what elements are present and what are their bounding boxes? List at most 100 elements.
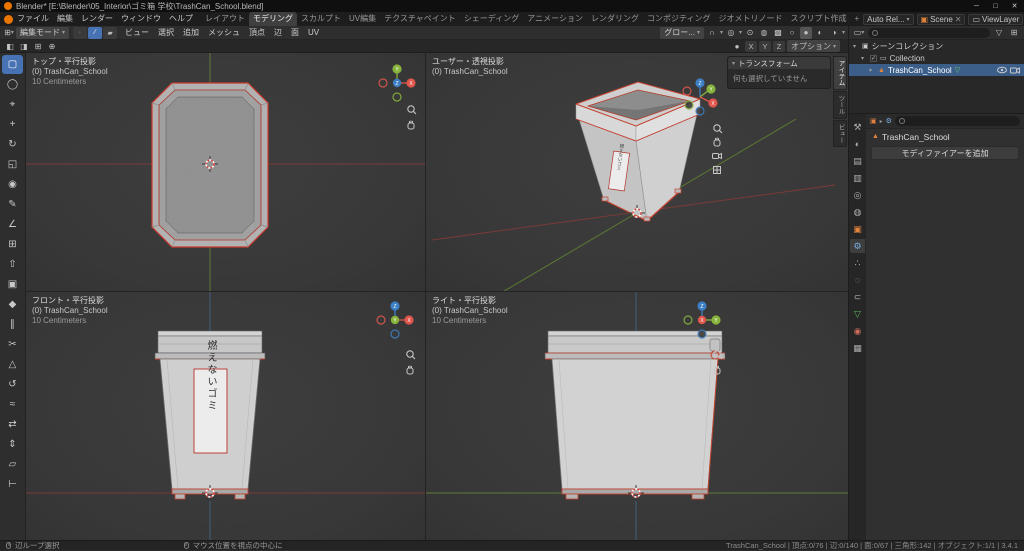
tab-layout[interactable]: レイアウト <box>201 12 249 26</box>
tab-compositing[interactable]: コンポジティング <box>643 12 715 26</box>
expand-icon[interactable]: ▾ <box>869 67 875 74</box>
tab-view-layer[interactable]: ▥ <box>850 171 865 185</box>
mode-dropdown[interactable]: 編集モード ▾ <box>16 26 70 39</box>
outliner-row-object[interactable]: ▾ ▲ TrashCan_School ▽ <box>849 64 1024 76</box>
auto-save-dropdown[interactable]: Auto Rel... ▾ <box>863 13 914 25</box>
outliner-editor-dropdown[interactable]: ▭ ▾ <box>853 27 865 39</box>
add-modifier-button[interactable]: モディファイアーを追加 <box>871 146 1019 160</box>
snap-magnet-icon[interactable]: ∩ <box>706 27 718 39</box>
tool-rotate[interactable]: ↻ <box>2 135 23 154</box>
menu-file[interactable]: ファイル <box>13 12 53 26</box>
expand-icon[interactable]: ▾ <box>861 55 867 62</box>
tab-scripting[interactable]: スクリプト作成 <box>786 12 850 26</box>
snap-dropdown[interactable]: ▾ <box>720 29 723 36</box>
xray-toggle-icon[interactable]: ▩ <box>772 27 784 39</box>
tab-object-data[interactable]: ▽ <box>850 307 865 321</box>
tool-poly-build[interactable]: △ <box>2 355 23 374</box>
mirror-y-toggle[interactable]: Y <box>758 40 771 52</box>
tab-uv-editing[interactable]: UV編集 <box>345 12 380 26</box>
outliner-search-input[interactable] <box>868 27 990 38</box>
add-workspace-button[interactable]: + <box>850 12 863 26</box>
outliner-row-scene-collection[interactable]: ▾ ▣ シーンコレクション <box>849 40 1024 52</box>
viewport-front[interactable]: 燃えないゴミ Z X Y フロント・平行投影 (0) TrashCan_Scho… <box>26 292 425 540</box>
tab-constraints[interactable]: ⊂ <box>850 290 865 304</box>
blender-menu-icon[interactable] <box>4 14 13 24</box>
menu-select[interactable]: 選択 <box>154 27 178 38</box>
tool-extrude-region[interactable]: ⇧ <box>2 255 23 274</box>
tool-spin[interactable]: ↺ <box>2 375 23 394</box>
filter-icon[interactable]: ▽ <box>993 27 1005 39</box>
shading-solid-icon[interactable]: ● <box>799 26 812 39</box>
tab-render[interactable]: ◐ <box>850 137 865 151</box>
tool-measure[interactable]: ∠ <box>2 215 23 234</box>
tool-shrink-fatten[interactable]: ⇕ <box>2 435 23 454</box>
tool-rip-region[interactable]: ⊢ <box>2 475 23 494</box>
menu-render[interactable]: レンダー <box>77 12 117 26</box>
hide-viewport-eye-icon[interactable] <box>997 66 1007 74</box>
tab-texture-paint[interactable]: テクスチャペイント <box>380 12 460 26</box>
tool-add-cube[interactable]: ⊞ <box>2 235 23 254</box>
maximize-button[interactable]: □ <box>986 0 1005 12</box>
pan-hand-icon[interactable] <box>407 120 415 130</box>
viewport-top-canvas[interactable]: Y X Z <box>26 53 425 291</box>
minimize-button[interactable]: ─ <box>967 0 986 12</box>
menu-face[interactable]: 面 <box>287 27 303 38</box>
tab-sculpting[interactable]: スカルプト <box>297 12 345 26</box>
viewlayer-selector[interactable]: ▭ ViewLayer <box>968 13 1024 25</box>
nav-gizmo[interactable]: Y X Z <box>378 64 416 102</box>
orientation-dropdown[interactable]: グロー... ▾ <box>660 26 704 39</box>
menu-help[interactable]: ヘルプ <box>165 12 197 26</box>
zoom-icon[interactable] <box>407 105 417 115</box>
tab-output[interactable]: ▤ <box>850 154 865 168</box>
sidebar-tab-view[interactable]: ビュー <box>833 119 847 147</box>
edge-select-button[interactable]: ∕ <box>88 26 103 39</box>
tab-modifiers[interactable]: ⚙ <box>850 239 865 253</box>
face-select-button[interactable]: ▰ <box>103 26 118 39</box>
sidebar-tab-tool[interactable]: ツール <box>833 91 847 119</box>
tab-texture[interactable]: ▦ <box>850 341 865 355</box>
tab-rendering[interactable]: レンダリング <box>587 12 643 26</box>
tool-knife[interactable]: ✂ <box>2 335 23 354</box>
mirror-x-toggle[interactable]: X <box>744 40 757 52</box>
tab-animation[interactable]: アニメーション <box>523 12 587 26</box>
tool-smooth[interactable]: ≈ <box>2 395 23 414</box>
tab-shading[interactable]: シェーディング <box>460 12 523 26</box>
menu-add[interactable]: 追加 <box>179 27 203 38</box>
editor-type-dropdown[interactable]: ⊞ ▾ <box>3 27 15 39</box>
close-button[interactable]: ✕ <box>1005 0 1024 12</box>
menu-vertex[interactable]: 頂点 <box>245 27 269 38</box>
pan-hand-icon[interactable] <box>406 365 414 375</box>
menu-window[interactable]: ウィンドウ <box>117 12 165 26</box>
viewport-right[interactable]: Z Y X ライト・平行投影 (0) TrashCan_School 10 Ce… <box>426 292 848 540</box>
overlays-toggle-icon[interactable]: ◍ <box>758 27 770 39</box>
tool-edge-slide[interactable]: ⇄ <box>2 415 23 434</box>
tool-settings-icon-2[interactable]: ◨ <box>18 40 30 52</box>
tab-modeling[interactable]: モデリング <box>249 12 297 26</box>
vertex-select-button[interactable]: ∙ <box>73 26 88 39</box>
menu-view[interactable]: ビュー <box>121 27 153 38</box>
shading-dropdown[interactable]: ▾ <box>842 29 845 36</box>
properties-search-input[interactable] <box>894 116 1020 126</box>
pan-hand-icon[interactable] <box>713 137 721 147</box>
tab-tool[interactable]: ⚒ <box>850 120 865 134</box>
new-collection-icon[interactable]: ⊞ <box>1008 27 1020 39</box>
tool-move[interactable]: + <box>2 115 23 134</box>
transform-panel-header[interactable]: ▾ トランスフォーム <box>728 57 830 69</box>
menu-uv[interactable]: UV <box>304 28 323 37</box>
gizmos-toggle-icon[interactable]: ⊙ <box>744 27 756 39</box>
disable-render-camera-icon[interactable] <box>1010 66 1020 74</box>
tool-inset-faces[interactable]: ▣ <box>2 275 23 294</box>
tool-bevel[interactable]: ◆ <box>2 295 23 314</box>
camera-view-icon[interactable] <box>712 152 722 160</box>
tab-material[interactable]: ◉ <box>850 324 865 338</box>
zoom-icon[interactable] <box>406 350 416 360</box>
tool-select-box[interactable]: ▢ <box>2 55 23 74</box>
tool-settings-icon-4[interactable]: ⊕ <box>46 40 58 52</box>
tool-loop-cut[interactable]: ∥ <box>2 315 23 334</box>
options-dropdown[interactable]: オプション ▾ <box>786 40 840 52</box>
mirror-z-toggle[interactable]: Z <box>772 40 785 52</box>
proportional-dropdown[interactable]: ▾ <box>739 29 742 36</box>
viewport-right-canvas[interactable]: Z Y X <box>426 292 848 540</box>
tab-world[interactable]: ◍ <box>850 205 865 219</box>
menu-mesh[interactable]: メッシュ <box>204 27 244 38</box>
